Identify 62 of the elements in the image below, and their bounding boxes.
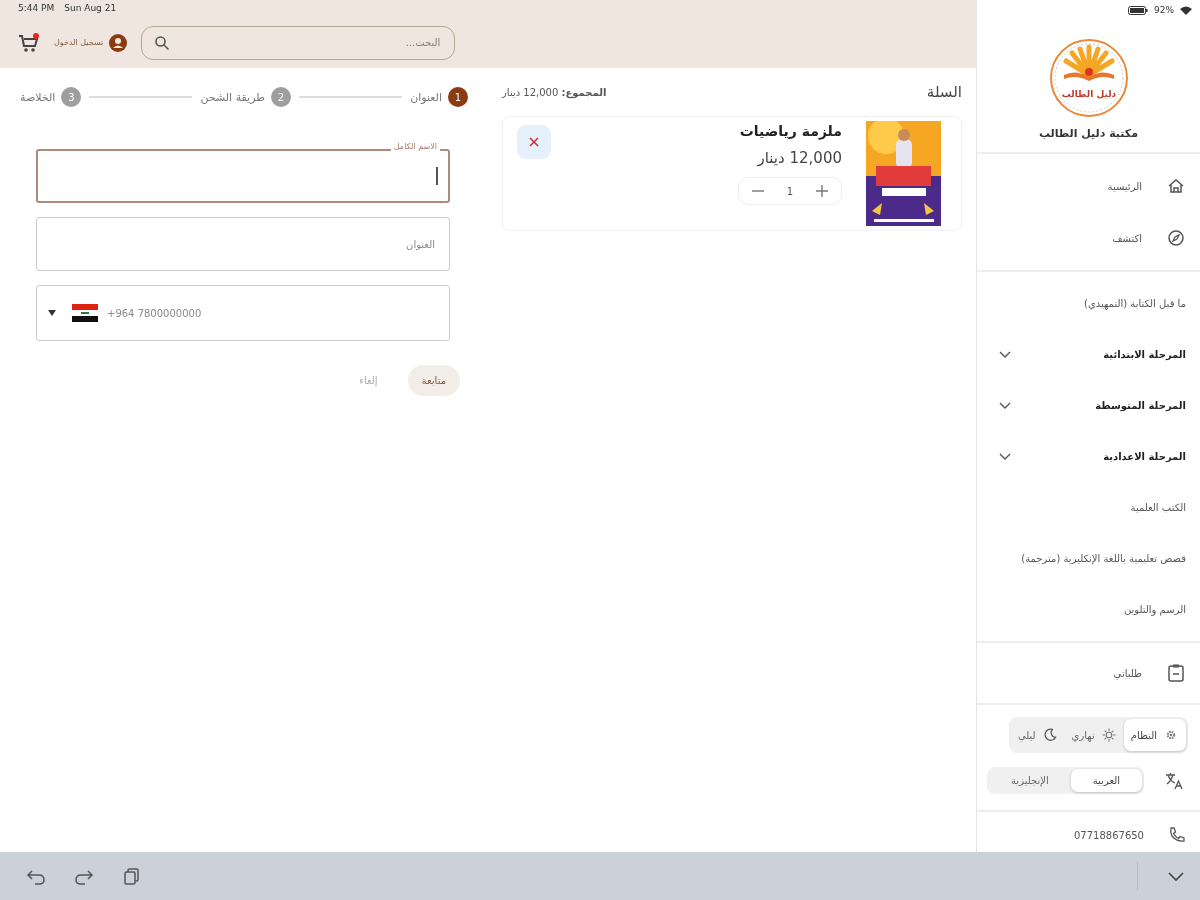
step-number: 1 bbox=[448, 87, 468, 107]
category-item[interactable]: قصص تعليمية باللغة الإنكليزية (مترجمة) bbox=[977, 533, 1200, 584]
theme-option[interactable]: ليلي bbox=[1010, 719, 1065, 751]
theme-option[interactable]: نهاري bbox=[1064, 719, 1124, 751]
translate-icon bbox=[1164, 770, 1184, 791]
avatar-icon[interactable] bbox=[109, 33, 128, 52]
phone-field[interactable]: +964 7800000000 bbox=[36, 285, 450, 341]
close-icon bbox=[528, 135, 540, 148]
clipboard-icon bbox=[1166, 663, 1186, 683]
nav-item[interactable]: الرئيسية bbox=[977, 160, 1200, 212]
step-number: 2 bbox=[271, 87, 291, 107]
battery-icon bbox=[1128, 5, 1148, 15]
continue-button[interactable]: متابعة bbox=[407, 365, 460, 396]
home-icon bbox=[1166, 176, 1186, 196]
category-item[interactable]: المرحلة الاعدادية bbox=[977, 431, 1200, 482]
chevron-down-icon bbox=[999, 401, 1011, 410]
quantity-value: 1 bbox=[786, 185, 793, 197]
remove-button[interactable] bbox=[517, 125, 551, 159]
search-bar[interactable]: البحث... bbox=[141, 25, 456, 60]
moon-icon bbox=[1041, 727, 1058, 743]
cart-icon[interactable] bbox=[18, 31, 40, 54]
store-name: مكتبة دليل الطالب bbox=[1037, 126, 1140, 142]
field-label: الاسم الكامل bbox=[390, 142, 440, 151]
category-item[interactable]: الرسم والتلوين bbox=[977, 584, 1200, 635]
language-option[interactable]: العربية bbox=[1070, 769, 1143, 792]
search-icon bbox=[154, 34, 171, 51]
category-item[interactable]: الكتب العلمية bbox=[977, 482, 1200, 533]
category-item[interactable]: المرحلة الابتدائية bbox=[977, 329, 1200, 380]
nav-item[interactable]: اكتشف bbox=[977, 212, 1200, 264]
phone-icon bbox=[1168, 826, 1186, 844]
login-link[interactable]: تسجيل الدخول bbox=[54, 38, 104, 47]
text-cursor bbox=[436, 167, 438, 185]
step-label[interactable]: الخلاصة bbox=[20, 90, 56, 104]
search-field[interactable]: البحث... bbox=[178, 36, 443, 49]
text-field[interactable]: العنوان bbox=[36, 217, 450, 271]
plus-icon[interactable] bbox=[815, 184, 829, 198]
status-time: 5:44 PM bbox=[18, 3, 55, 15]
cart-total: المجموع: 12,000 دينار bbox=[502, 86, 607, 98]
product-name: ملزمة رياضيات bbox=[739, 123, 842, 139]
battery-level: 92% bbox=[1154, 5, 1174, 15]
product-price: 12,000 دينار bbox=[757, 149, 842, 167]
chevron-down-icon bbox=[999, 452, 1011, 461]
category-item[interactable]: المرحلة المتوسطة bbox=[977, 380, 1200, 431]
wifi-icon bbox=[1180, 5, 1192, 15]
language-option[interactable]: الإنجليزية bbox=[989, 769, 1071, 792]
text-field[interactable] bbox=[36, 149, 450, 203]
copy-icon[interactable] bbox=[122, 866, 142, 886]
chevron-down-icon bbox=[999, 350, 1011, 359]
status-date: Sun Aug 21 bbox=[64, 3, 117, 15]
step-label[interactable]: العنوان bbox=[410, 90, 442, 104]
logo-text: دليل الطالب bbox=[1061, 89, 1116, 99]
compass-icon bbox=[1166, 228, 1186, 248]
sun-icon bbox=[1100, 727, 1117, 743]
step-number: 3 bbox=[61, 87, 82, 107]
dropdown-icon[interactable] bbox=[48, 310, 56, 316]
cart-title: السلة bbox=[926, 83, 962, 101]
step-label[interactable]: طريقة الشحن bbox=[200, 90, 265, 104]
flag-icon[interactable] bbox=[72, 304, 98, 322]
category-item[interactable]: ما قبل الكتابة (التمهيدي) bbox=[977, 278, 1200, 329]
phone-number: 07718867650 bbox=[1074, 829, 1144, 841]
theme-option[interactable]: النظام bbox=[1123, 719, 1186, 751]
orders-item[interactable]: طلباتي bbox=[977, 643, 1200, 703]
